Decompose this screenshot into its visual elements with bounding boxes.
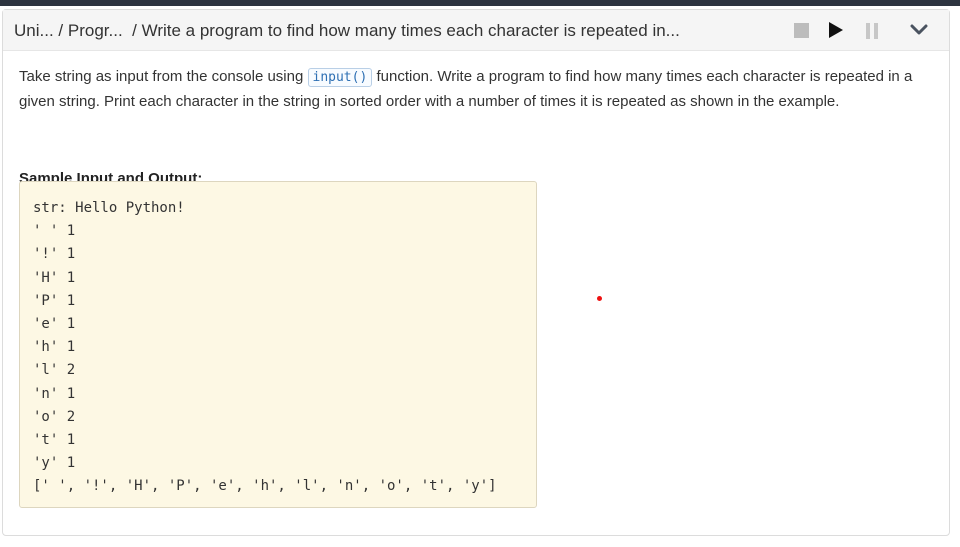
play-icon[interactable] xyxy=(829,22,843,38)
breadcrumb-item-program[interactable]: Progr... xyxy=(68,21,123,41)
stop-icon[interactable] xyxy=(794,23,809,38)
sample-line: ' ' 1 xyxy=(33,223,76,240)
sample-io-lines: str: Hello Python! ' ' 1 '!' 1 'H' 1 'P'… xyxy=(33,197,497,498)
sample-line: 'H' 1 xyxy=(33,269,76,286)
pause-icon[interactable] xyxy=(865,23,879,39)
sample-line: 'P' 1 xyxy=(33,292,76,309)
sample-line: '!' 1 xyxy=(33,246,76,263)
breadcrumb-item-unit[interactable]: Uni... xyxy=(14,21,54,41)
question-card: Uni... / Progr... / Write a program to f… xyxy=(2,9,950,536)
sample-line: 'y' 1 xyxy=(33,455,76,472)
top-dark-bar xyxy=(0,0,960,6)
breadcrumb-item-current: Write a program to find how many times e… xyxy=(141,21,680,40)
sample-line: 'n' 1 xyxy=(33,385,76,402)
breadcrumb: Uni... / Progr... / Write a program to f… xyxy=(14,21,680,41)
card-header: Uni... / Progr... / Write a program to f… xyxy=(3,10,949,51)
sample-io-box: str: Hello Python! ' ' 1 '!' 1 'H' 1 'P'… xyxy=(19,181,537,508)
problem-description: Take string as input from the console us… xyxy=(19,65,919,114)
chevron-down-icon[interactable] xyxy=(910,23,928,37)
sample-line: 'l' 2 xyxy=(33,362,76,379)
sample-line: str: Hello Python! xyxy=(33,200,185,216)
inline-code-input: input() xyxy=(307,68,373,87)
sample-line: 'e' 1 xyxy=(33,315,76,332)
sample-line: 'o' 2 xyxy=(33,408,76,425)
red-dot-marker xyxy=(597,296,602,301)
sample-line: 't' 1 xyxy=(33,431,76,448)
sample-line: 'h' 1 xyxy=(33,339,76,356)
sample-line: [' ', '!', 'H', 'P', 'e', 'h', 'l', 'n',… xyxy=(33,478,497,495)
breadcrumb-separator: / xyxy=(122,21,142,40)
breadcrumb-separator: / xyxy=(53,21,68,40)
description-text-start: Take string as input from the console us… xyxy=(19,68,308,85)
